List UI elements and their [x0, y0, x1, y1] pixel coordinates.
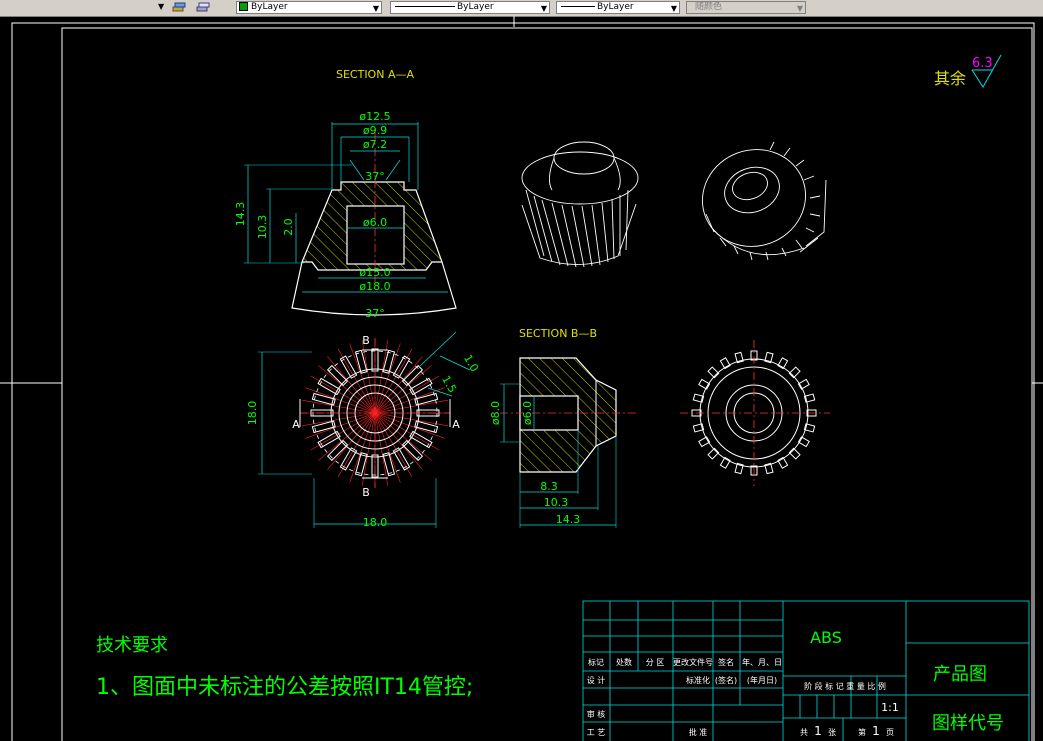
svg-text:更改文件号: 更改文件号 — [673, 657, 713, 667]
drawing-no-label: 图样代号 — [932, 713, 1004, 734]
plotstyle-combo[interactable]: 随颜色 ▼ — [686, 1, 806, 14]
layer-states-icon[interactable] — [172, 0, 186, 14]
roughness-label: 其余 — [934, 69, 966, 88]
svg-text:A: A — [452, 418, 460, 431]
chevron-down-icon[interactable]: ▼ — [158, 2, 164, 11]
svg-text:ø12.5: ø12.5 — [359, 110, 390, 123]
svg-text:分 区: 分 区 — [646, 658, 665, 667]
svg-text:ø7.2: ø7.2 — [363, 138, 387, 151]
svg-text:处数: 处数 — [616, 657, 632, 667]
svg-text:A: A — [292, 418, 300, 431]
color-swatch — [239, 2, 248, 11]
svg-text:(签名): (签名) — [715, 675, 737, 685]
section-aa-title: SECTION A—A — [336, 68, 414, 81]
svg-text:第: 第 — [858, 727, 866, 737]
svg-text:ø9.9: ø9.9 — [363, 124, 387, 137]
linetype-combo[interactable]: ByLayer ▼ — [390, 1, 550, 14]
svg-text:ø6.0: ø6.0 — [363, 216, 387, 229]
front-view: 18.0 18.0 1.0 1.5 B B A A — [246, 331, 481, 529]
lineweight-combo[interactable]: ByLayer ▼ — [556, 1, 680, 14]
scale-value: 1:1 — [881, 701, 899, 714]
color-combo[interactable]: ByLayer ▼ — [236, 1, 382, 14]
svg-text:1: 1 — [814, 724, 822, 738]
isometric-view-1 — [521, 141, 639, 268]
svg-text:ø6.0: ø6.0 — [521, 401, 534, 425]
chevron-down-icon: ▼ — [670, 4, 677, 13]
svg-text:10.3: 10.3 — [544, 496, 569, 509]
svg-text:10.3: 10.3 — [256, 215, 269, 240]
properties-toolbar: ▼ ByLayer ▼ ByLayer ▼ ByLayer ▼ 随颜色 ▼ — [0, 0, 1043, 17]
chevron-down-icon: ▼ — [540, 4, 547, 13]
roughness-value: 6.3 — [972, 56, 993, 71]
svg-text:ø8.0: ø8.0 — [489, 401, 502, 425]
svg-text:ø15.0: ø15.0 — [359, 266, 390, 279]
chevron-down-icon: ▼ — [796, 4, 803, 13]
svg-text:标记: 标记 — [588, 657, 604, 667]
svg-text:37°: 37° — [365, 170, 385, 183]
svg-text:B: B — [362, 486, 370, 499]
chevron-down-icon: ▼ — [372, 4, 379, 13]
svg-text:阶 段 标 记 重 量 比 例: 阶 段 标 记 重 量 比 例 — [804, 681, 886, 691]
svg-text:页: 页 — [886, 728, 894, 737]
section-aa-view: ø12.5 ø9.9 ø7.2 37° ø6.0 ø15.0 ø18.0 37°… — [234, 110, 457, 320]
back-view — [680, 340, 830, 486]
svg-text:共: 共 — [800, 728, 808, 737]
svg-text:设 计: 设 计 — [587, 675, 606, 685]
svg-text:年、月、日: 年、月、日 — [742, 657, 782, 667]
svg-text:2.0: 2.0 — [282, 218, 295, 236]
svg-text:B: B — [362, 334, 370, 347]
svg-text:8.3: 8.3 — [540, 480, 558, 493]
drawing-canvas[interactable]: SECTION A—A SECTION B—B 其余 6.3 ø12.5 ø9.… — [0, 16, 1043, 741]
material-label: ABS — [810, 628, 842, 647]
svg-text:18.0: 18.0 — [363, 516, 388, 529]
svg-text:18.0: 18.0 — [246, 401, 259, 426]
product-name: 产品图 — [933, 664, 987, 685]
section-bb-view: ø8.0 ø6.0 8.3 10.3 14.3 — [489, 357, 636, 528]
svg-text:1: 1 — [872, 724, 880, 738]
surface-roughness-note: 其余 6.3 — [934, 54, 1002, 88]
svg-text:14.3: 14.3 — [556, 513, 581, 526]
svg-text:标准化: 标准化 — [686, 675, 710, 685]
svg-text:审 核: 审 核 — [587, 709, 606, 719]
svg-text:(年月日): (年月日) — [747, 675, 777, 685]
svg-text:批 准: 批 准 — [689, 727, 708, 737]
line-sample — [395, 6, 455, 7]
title-block-text: ABS 产品图 图样代号 标记 处数 分 区 更改文件号 签名 年、月、日 设 … — [587, 628, 1004, 738]
svg-text:ø18.0: ø18.0 — [359, 280, 390, 293]
svg-text:张: 张 — [828, 728, 836, 737]
layer-previous-icon[interactable] — [196, 0, 210, 14]
isometric-view-2 — [702, 141, 827, 261]
tech-requirements-title: 技术要求 — [96, 635, 168, 656]
svg-text:1.5: 1.5 — [439, 373, 459, 395]
svg-text:工 艺: 工 艺 — [587, 728, 606, 737]
svg-text:1.0: 1.0 — [461, 352, 481, 374]
section-bb-title: SECTION B—B — [519, 327, 597, 340]
tech-requirements-item: 1、图面中未标注的公差按照IT14管控; — [96, 675, 473, 700]
svg-text:签名: 签名 — [718, 657, 734, 667]
line-sample — [561, 6, 595, 7]
svg-text:37°: 37° — [365, 307, 385, 320]
svg-text:14.3: 14.3 — [234, 202, 247, 227]
